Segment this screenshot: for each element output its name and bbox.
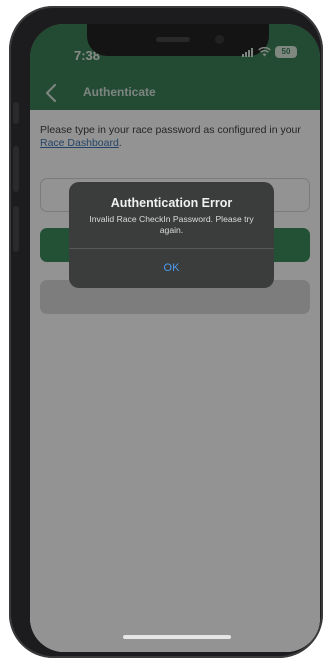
app-screen: 7:38 50 Authenticate (30, 24, 320, 652)
alert-ok-button[interactable]: OK (69, 249, 274, 288)
volume-down-button (13, 206, 19, 252)
alert-message: Invalid Race CheckIn Password. Please tr… (89, 214, 254, 235)
silent-switch (13, 102, 19, 124)
phone-frame: 7:38 50 Authenticate (9, 6, 323, 658)
home-indicator[interactable] (123, 635, 231, 639)
volume-up-button (13, 146, 19, 192)
modal-overlay (30, 24, 320, 652)
authentication-error-alert: Authentication Error Invalid Race CheckI… (69, 182, 274, 288)
alert-title: Authentication Error (110, 196, 233, 210)
